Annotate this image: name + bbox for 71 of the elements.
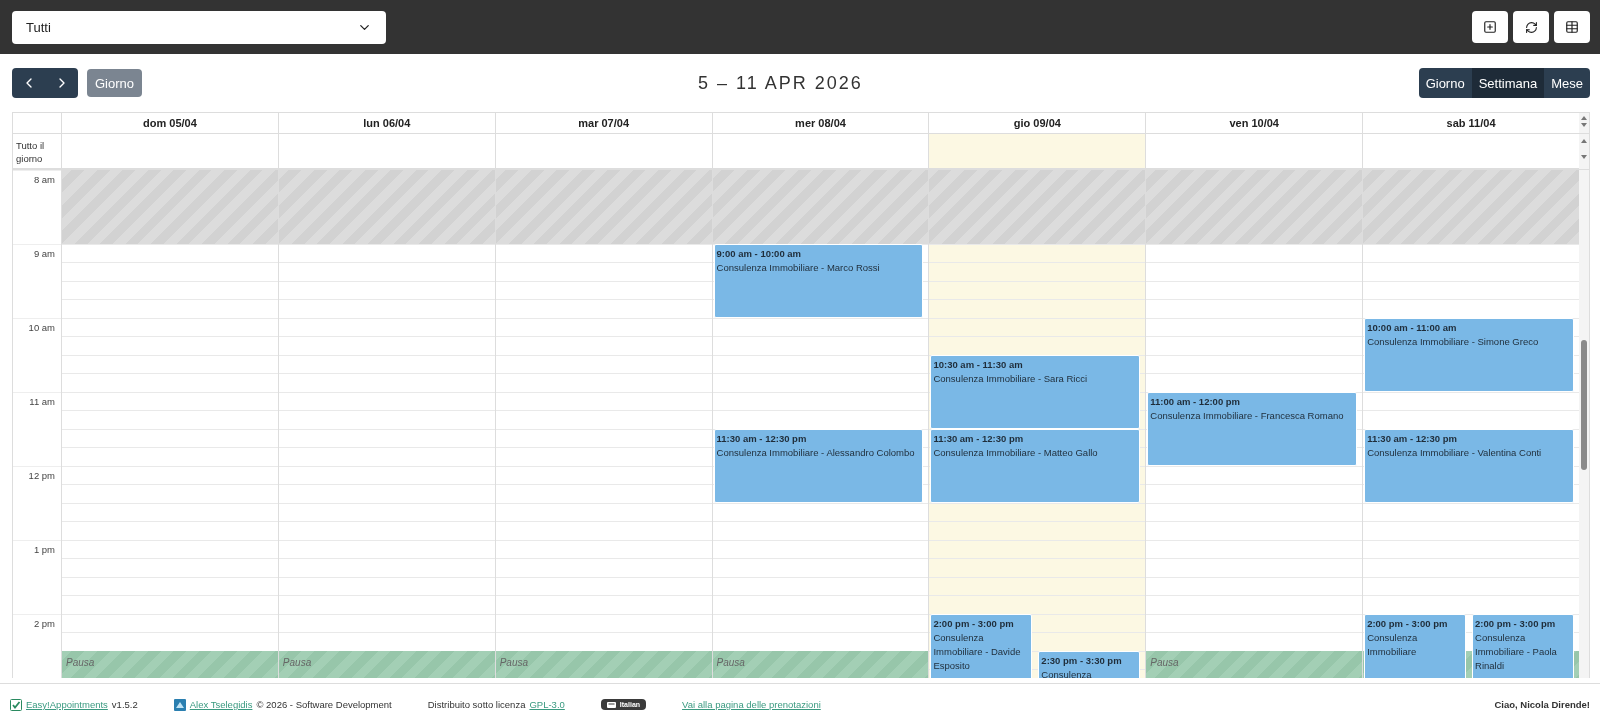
appointment[interactable]: 10:30 am - 11:30 am Consulenza Immobiliare - Sara Ricci (930, 355, 1141, 429)
appointment-title: Consulenza Immobiliare - Davide Esposito (933, 631, 1022, 673)
break-label: Pausa (66, 657, 95, 668)
appointment-title: Consulenza Immobiliare - Francesca Romano (1150, 409, 1345, 423)
appointment[interactable]: 10:00 am - 11:00 am Consulenza Immobiliare - Simone Greco (1364, 318, 1574, 392)
version-text: v1.5.2 (111, 699, 138, 710)
break-label: Pausa (716, 657, 745, 668)
appointment[interactable]: 2:00 pm - 3:00 pm Consulenza Immobiliare (1364, 614, 1467, 678)
author-link[interactable]: Alex Tselegidis (189, 699, 253, 710)
appointment-title: Consulenza Immobiliare - Sara Ricci (933, 372, 1089, 386)
checkbox-logo-icon (10, 698, 22, 711)
appointment-time: 2:00 pm - 3:00 pm (933, 617, 1015, 631)
appointment-time: 2:00 pm - 3:00 pm (1475, 617, 1557, 631)
view-tab[interactable]: Settimana (1471, 68, 1545, 98)
appointment[interactable]: 9:00 am - 10:00 am Consulenza Immobiliare - Marco Rossi (713, 244, 924, 318)
app-link[interactable]: Easy!Appointments (26, 699, 108, 710)
appointment-title: Consulenza Immobiliare - Simone Greco (1367, 335, 1540, 349)
appointment-time: 11:00 am - 12:00 pm (1150, 395, 1242, 409)
appointment-time: 11:30 am - 12:30 pm (933, 432, 1025, 446)
appointment[interactable]: 2:00 pm - 3:00 pm Consulenza Immobiliare - Paola Rinaldi (1472, 614, 1574, 678)
view-tab[interactable]: Mese (1544, 68, 1590, 98)
hour-label: 1 pm (33, 544, 55, 555)
appointment[interactable]: 11:30 am - 12:30 pm Consulenza Immobiliare - Matteo Gallo (930, 429, 1141, 503)
license-link[interactable]: GPL-3.0 (529, 699, 565, 710)
add-button[interactable] (1472, 11, 1508, 43)
refresh-icon (1524, 20, 1538, 34)
hour-label: 8 am (33, 174, 55, 185)
copyright-text: © 2026 - Software Development (256, 699, 392, 710)
add-icon (1483, 20, 1497, 34)
today-button[interactable]: Giorno (87, 69, 143, 97)
break-label: Pausa (499, 657, 529, 668)
square-logo-icon (173, 698, 186, 711)
hour-label: 12 pm (28, 470, 55, 481)
reload-button[interactable] (1513, 11, 1549, 43)
hour-label: 10 am (28, 322, 55, 333)
appointment-title: Consulenza Immobiliare - Paola Rinaldi (1475, 631, 1558, 673)
provider-select[interactable]: Tutti (12, 10, 386, 44)
table-icon (1565, 20, 1579, 34)
greeting-text: Ciao, Nicola Dirende! (1494, 699, 1590, 710)
appointment-time: 10:30 am - 11:30 am (933, 358, 1024, 372)
break-label: Pausa (282, 657, 312, 668)
appointment-title: Consulenza Immobiliare (1367, 631, 1419, 659)
appointment-time: 10:00 am - 11:00 am (1367, 321, 1458, 335)
appointment-title: Consulenza Immobiliare - Alessandro Colombo (716, 446, 916, 460)
date-range-title: 5 – 11 APR 2026 (696, 72, 864, 94)
appointment[interactable]: 11:00 am - 12:00 pm Consulenza Immobiliare - Francesca Romano (1147, 392, 1358, 466)
hour-label: 9 am (33, 248, 55, 259)
booking-page-link[interactable]: Vai alla pagina delle prenotazioni (682, 699, 821, 710)
appointment[interactable]: 11:30 am - 12:30 pm Consulenza Immobiliare - Valentina Conti (1364, 429, 1574, 503)
appointment[interactable]: 2:00 pm - 3:00 pm Consulenza Immobiliare - Davide Esposito (930, 614, 1033, 678)
keyboard-icon (606, 701, 616, 708)
scrollbar[interactable] (1579, 170, 1589, 678)
appointment-time: 11:30 am - 12:30 pm (1367, 432, 1458, 446)
appointment-title: Consulenza Immobiliare - Valentina Conti (1367, 446, 1543, 460)
appointment-time: 11:30 am - 12:30 pm (716, 432, 808, 446)
previous-button[interactable] (12, 68, 45, 98)
appointment-title: Consulenza (1041, 668, 1093, 678)
view-tab[interactable]: Giorno (1418, 68, 1472, 98)
appointment-time: 2:30 pm - 3:30 pm (1041, 654, 1123, 668)
appointment-title: Consulenza Immobiliare - Matteo Gallo (933, 446, 1099, 460)
appointment-time: 2:00 pm - 3:00 pm (1367, 617, 1449, 631)
appointment-time: 9:00 am - 10:00 am (716, 247, 803, 261)
break-label: Pausa (1150, 657, 1179, 668)
next-button[interactable] (45, 68, 78, 98)
license-text: Distribuito sotto licenza (427, 699, 526, 710)
appointment[interactable]: 2:30 pm - 3:30 pm Consulenza (1038, 651, 1141, 678)
appointment-title: Consulenza Immobiliare - Marco Rossi (716, 261, 881, 275)
hour-label: 11 am (29, 396, 55, 407)
hour-label: 2 pm (33, 618, 55, 629)
appointment[interactable]: 11:30 am - 12:30 pm Consulenza Immobiliare - Alessandro Colombo (713, 429, 924, 503)
table-button[interactable] (1554, 11, 1590, 43)
